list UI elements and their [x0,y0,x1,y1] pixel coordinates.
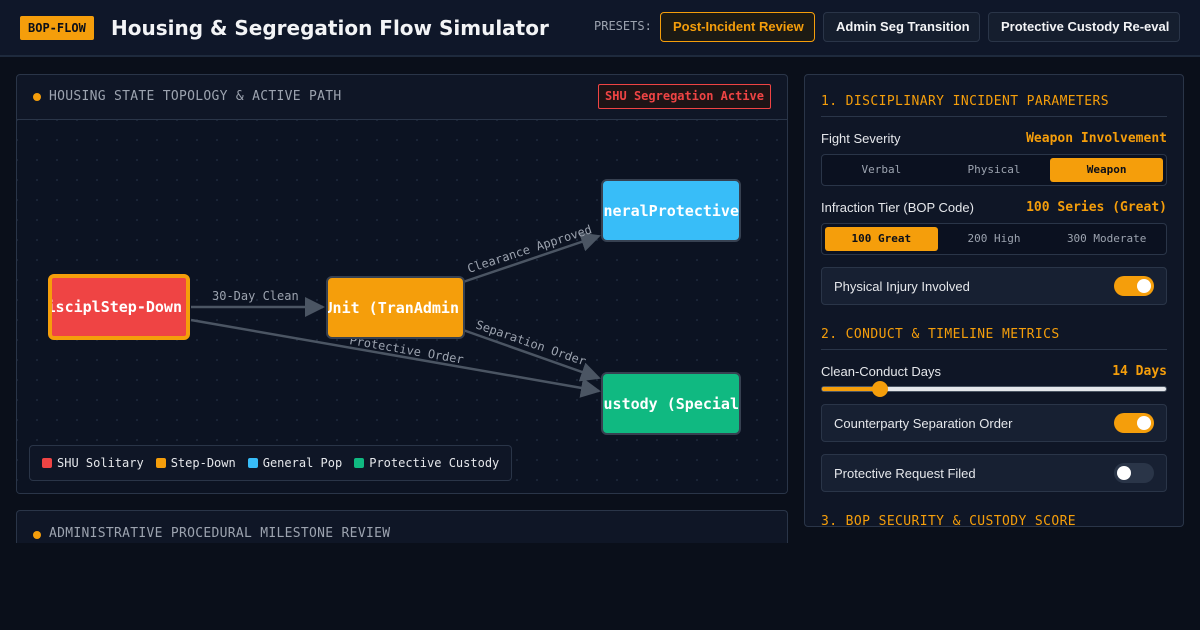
node-shu-solitary[interactable]: litary (DisciplStep-Down [48,274,190,340]
topology-graph[interactable]: 30-Day Clean Clearance Approved Separati… [17,120,787,493]
legend-label: General Pop [262,456,343,470]
legend-swatch [354,458,365,468]
brand-badge: BOP-FLOW [20,16,94,40]
physical-injury-label: Physical Injury Involved [834,279,970,294]
shu-segregation-badge: SHU Segregation Active [598,84,771,109]
fight-severity-label: Fight Severity [821,131,901,146]
separation-order-row: Counterparty Separation Order [821,404,1167,442]
legend-item-general-pop: General Pop [247,456,343,470]
physical-injury-row: Physical Injury Involved [821,267,1167,305]
status-dot-icon [33,93,41,101]
toggle-knob [1137,416,1151,430]
preset-post-incident-review-button[interactable]: Post-Incident Review [660,12,815,42]
section-title-disciplinary: 1. DISCIPLINARY INCIDENT PARAMETERS [821,94,1109,109]
preset-admin-seg-transition-button[interactable]: Admin Seg Transition [823,12,980,42]
topology-panel-header: HOUSING STATE TOPOLOGY & ACTIVE PATH SHU… [17,75,787,120]
separation-order-toggle[interactable] [1114,413,1154,433]
fight-severity-selector: Verbal Physical Weapon [821,154,1167,186]
status-dot-icon [33,531,41,539]
separation-order-label: Counterparty Separation Order [834,416,1013,431]
clean-days-slider[interactable] [821,381,1167,397]
toggle-knob [1137,279,1151,293]
section-title-custody-score: 3. BOP SECURITY & CUSTODY SCORE [821,514,1077,527]
section-divider [821,116,1167,117]
topology-panel: HOUSING STATE TOPOLOGY & ACTIVE PATH SHU… [16,74,788,494]
infraction-tier-300-option[interactable]: 300 Moderate [1050,227,1163,251]
topology-legend: SHU Solitary Step-Down General Pop Prote… [29,445,513,481]
milestone-panel-title: ADMINISTRATIVE PROCEDURAL MILESTONE REVI… [49,526,391,541]
edge-label-clearance: Clearance Approved [466,222,594,276]
clean-days-value: 14 Days [1112,364,1167,379]
legend-item-protective-custody: Protective Custody [354,456,499,470]
infraction-tier-value: 100 Series (Great) [1026,200,1167,215]
physical-injury-toggle[interactable] [1114,276,1154,296]
milestone-panel: ADMINISTRATIVE PROCEDURAL MILESTONE REVI… [16,510,788,543]
edge-label-separation: Separation Order [474,318,588,369]
protective-request-toggle[interactable] [1114,463,1154,483]
fight-severity-weapon-option[interactable]: Weapon [1050,158,1164,182]
section-title-conduct: 2. CONDUCT & TIMELINE METRICS [821,327,1060,342]
legend-label: SHU Solitary [57,456,144,470]
preset-protective-custody-re-eval-button[interactable]: Protective Custody Re-eval [988,12,1180,42]
fight-severity-physical-option[interactable]: Physical [938,158,1051,182]
infraction-tier-200-option[interactable]: 200 High [938,227,1051,251]
node-protective-custody[interactable]: ve Custody (Special [601,372,741,435]
app-header: BOP-FLOW Housing & Segregation Flow Simu… [0,0,1200,57]
legend-item-shu: SHU Solitary [42,456,144,470]
edge-label-clean: 30-Day Clean [212,289,299,303]
protective-request-label: Protective Request Filed [834,466,976,481]
legend-label: Step-Down [170,456,236,470]
infraction-tier-selector: 100 Great 200 High 300 Moderate [821,223,1167,255]
legend-swatch [155,458,166,468]
infraction-tier-label: Infraction Tier (BOP Code) [821,200,974,215]
app-title: Housing & Segregation Flow Simulator [111,16,549,40]
toggle-knob [1117,466,1131,480]
node-general-label: Security GeneralProtective [603,201,739,220]
node-stepdown-label: wn Unit (TranAdmin [326,298,459,317]
node-protective-label: ve Custody (Special [603,394,739,413]
slider-thumb[interactable] [872,381,889,397]
protective-request-row: Protective Request Filed [821,454,1167,492]
node-general-population[interactable]: Security GeneralProtective [601,179,741,242]
section-divider [821,349,1167,350]
controls-panel: 1. DISCIPLINARY INCIDENT PARAMETERS Figh… [804,74,1184,527]
topology-panel-title: HOUSING STATE TOPOLOGY & ACTIVE PATH [49,89,342,104]
legend-swatch [247,458,258,468]
node-shu-label: litary (DisciplStep-Down [48,298,182,316]
fight-severity-verbal-option[interactable]: Verbal [825,158,938,182]
presets-label: PRESETS: [594,19,652,33]
legend-label: Protective Custody [369,456,500,470]
legend-swatch [42,458,52,468]
node-step-down-unit[interactable]: wn Unit (TranAdmin [326,276,465,339]
infraction-tier-100-option[interactable]: 100 Great [825,227,938,251]
legend-item-step-down: Step-Down [155,456,236,470]
fight-severity-value: Weapon Involvement [1026,131,1167,146]
clean-days-label: Clean-Conduct Days [821,364,941,379]
